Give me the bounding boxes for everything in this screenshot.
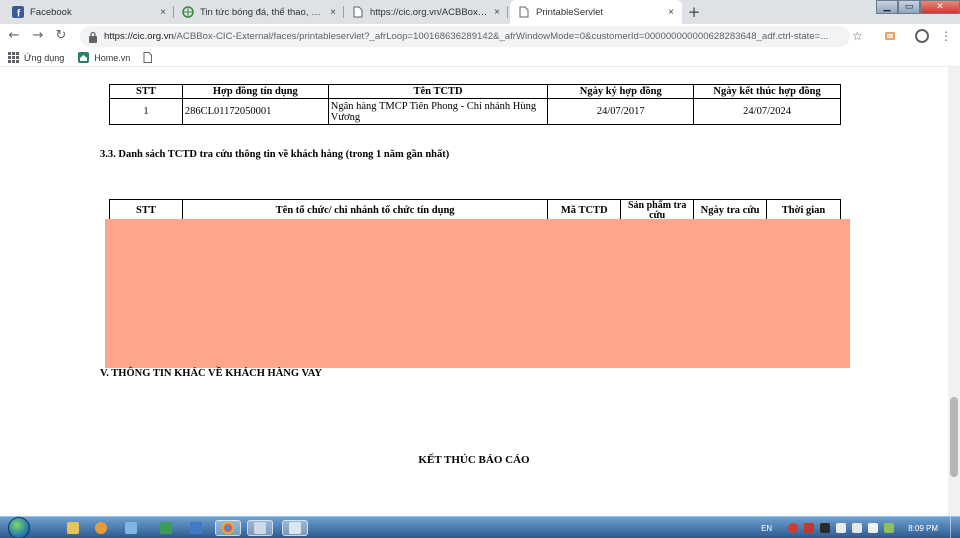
tab-title: https://cic.org.vn/ACBBox-CIC-E [370, 6, 488, 18]
taskbar-app-window[interactable] [247, 520, 273, 536]
table-row: 1 286CL01172050001 Ngân hàng TMCP Tiên P… [109, 98, 841, 125]
taskbar-app-media[interactable] [88, 520, 114, 536]
bookmark-home-vn[interactable]: Home.vn [78, 52, 130, 63]
clock[interactable]: 8:09 PM [908, 524, 938, 533]
url-path: /ACBBox-CIC-External/faces/printableserv… [173, 31, 829, 42]
tab-news[interactable]: Tin tức bóng đá, thể thao, giải trí × [174, 0, 344, 24]
maximize-button[interactable]: ▭ [898, 0, 920, 14]
chrome-icon [222, 522, 234, 534]
vertical-scrollbar[interactable] [948, 67, 960, 516]
cell-sign-date: 24/07/2017 [547, 98, 695, 125]
tab-strip: f Facebook × Tin tức bóng đá, thể thao, … [0, 0, 960, 24]
minimize-button[interactable]: ▁ [876, 0, 898, 14]
window-icon [254, 522, 266, 534]
taskbar: EN 8:09 PM [0, 516, 960, 538]
tray-icon-battery[interactable] [884, 523, 895, 533]
header-bank-name: Tên TCTD [327, 84, 549, 99]
close-icon[interactable]: × [668, 7, 674, 18]
section-v-heading: V. THÔNG TIN KHÁC VỀ KHÁCH HÀNG VAY [100, 368, 322, 379]
extension-icon[interactable] [884, 30, 896, 42]
taskbar-app-window-2[interactable] [282, 520, 308, 536]
header-contract: Hợp đồng tín dụng [181, 84, 329, 99]
page-icon [142, 52, 153, 63]
close-icon[interactable]: × [494, 7, 500, 18]
credit-contract-table: STT Hợp đồng tín dụng Tên TCTD Ngày ký h… [109, 84, 841, 125]
report-page: STT Hợp đồng tín dụng Tên TCTD Ngày ký h… [0, 67, 948, 516]
lock-icon [89, 31, 97, 43]
section-3-3-heading: 3.3. Danh sách TCTD tra cứu thông tin về… [100, 149, 450, 160]
url-text: https://cic.org.vn/ACBBox-CIC-External/f… [104, 31, 828, 42]
cell-contract: 286CL01172050001 [181, 98, 329, 125]
header-end-date: Ngày kết thúc hợp đồng [693, 84, 841, 99]
window-icon [289, 522, 301, 534]
tab-title: Facebook [30, 6, 72, 18]
scrollbar-thumb[interactable] [950, 397, 958, 477]
profile-icon[interactable] [915, 29, 929, 43]
bookmarks-bar: Ứng dụng Home.vn [0, 49, 960, 67]
tab-facebook[interactable]: f Facebook × [4, 0, 174, 24]
bookmark-apps[interactable]: Ứng dụng [8, 52, 64, 63]
globe-icon [182, 6, 194, 18]
taskbar-app-explorer[interactable] [60, 520, 86, 536]
taskbar-app-blue[interactable] [183, 520, 209, 536]
bookmark-label: Home.vn [94, 52, 131, 63]
close-icon[interactable]: × [330, 7, 336, 18]
menu-kebab-icon[interactable]: ⋮ [940, 29, 952, 43]
home-icon [78, 52, 90, 63]
tray-icon-v[interactable] [804, 523, 815, 533]
page-icon [518, 6, 530, 18]
taskbar-app-green[interactable] [153, 520, 179, 536]
media-icon [95, 522, 107, 534]
start-button[interactable] [8, 517, 30, 538]
taskbar-app-tool[interactable] [118, 520, 144, 536]
show-desktop-button[interactable] [950, 517, 960, 538]
close-icon[interactable]: × [160, 7, 166, 18]
tray-icon-flag[interactable] [836, 523, 847, 533]
cell-stt: 1 [109, 98, 183, 125]
page-icon [352, 6, 364, 18]
tab-title: Tin tức bóng đá, thể thao, giải trí [200, 6, 325, 18]
address-bar[interactable]: https://cic.org.vn/ACBBox-CIC-External/f… [80, 26, 850, 47]
window-controls: ▁ ▭ ✕ [876, 0, 960, 14]
bookmark-star-icon[interactable]: ☆ [852, 29, 863, 43]
facebook-icon: f [12, 6, 24, 18]
tray-icon-red[interactable] [788, 523, 799, 533]
apps-grid-icon [8, 52, 19, 63]
volume-icon[interactable] [868, 523, 879, 533]
tab-printable-servlet[interactable]: PrintableServlet × [510, 0, 682, 24]
tray-icon-network[interactable] [852, 523, 863, 533]
cell-end-date: 24/07/2024 [693, 98, 841, 125]
tab-cic[interactable]: https://cic.org.vn/ACBBox-CIC-E × [344, 0, 508, 24]
browser-toolbar: ← → ↻ https://cic.org.vn/ACBBox-CIC-Exte… [0, 24, 960, 49]
bookmark-page[interactable] [142, 52, 158, 63]
bookmark-label: Ứng dụng [24, 52, 65, 63]
new-tab-button[interactable]: + [685, 3, 703, 21]
table-header-row: STT Hợp đồng tín dụng Tên TCTD Ngày ký h… [109, 84, 841, 99]
back-icon[interactable]: ← [6, 28, 22, 44]
app-icon [160, 522, 172, 534]
forward-icon[interactable]: → [30, 28, 46, 44]
folder-icon [67, 522, 79, 534]
app-icon [190, 522, 202, 534]
close-window-button[interactable]: ✕ [920, 0, 960, 14]
url-host: https://cic.org.vn [104, 31, 174, 42]
tray-icon-chat[interactable] [820, 523, 831, 533]
language-indicator[interactable]: EN [761, 524, 772, 533]
header-stt: STT [109, 84, 183, 99]
cell-bank-name: Ngân hàng TMCP Tiên Phong - Chi nhánh Hù… [327, 98, 549, 125]
system-tray: EN 8:09 PM [761, 517, 960, 538]
taskbar-app-chrome[interactable] [215, 520, 241, 536]
tab-title: PrintableServlet [536, 6, 604, 18]
header-sign-date: Ngày ký hợp đồng [547, 84, 695, 99]
tool-icon [125, 522, 137, 534]
reload-icon[interactable]: ↻ [53, 28, 69, 44]
redaction-overlay [105, 219, 850, 368]
end-of-report: KẾT THÚC BÁO CÁO [418, 454, 530, 466]
